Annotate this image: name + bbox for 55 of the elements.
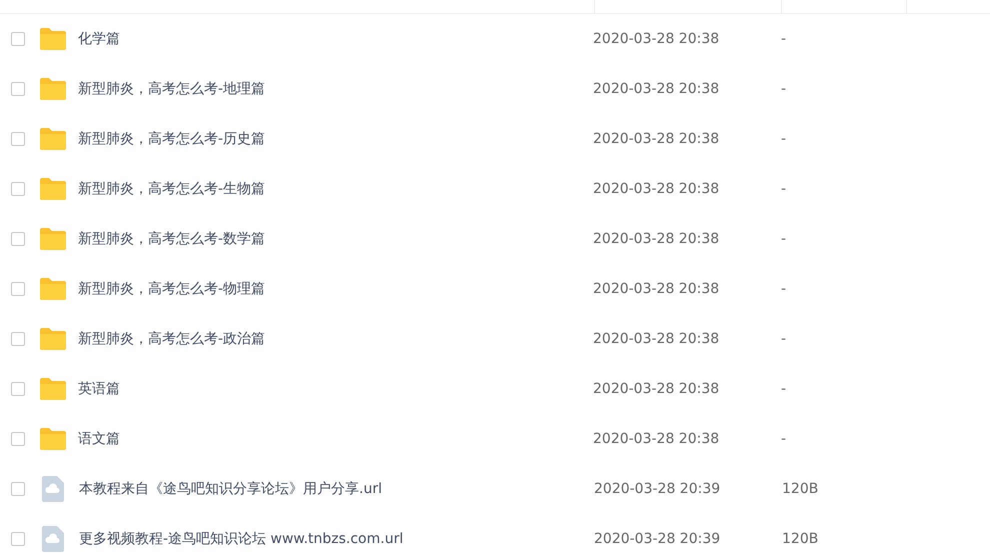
checkbox[interactable] — [11, 32, 25, 46]
file-name[interactable]: 英语篇 — [78, 380, 593, 398]
checkbox[interactable] — [11, 182, 25, 196]
modified-date: 2020-03-28 20:38 — [593, 31, 720, 47]
checkbox[interactable] — [11, 282, 25, 296]
file-size: 120B — [782, 481, 818, 497]
file-name[interactable]: 新型肺炎，高考怎么考-历史篇 — [78, 130, 593, 148]
checkbox[interactable] — [11, 482, 25, 496]
file-name[interactable]: 语文篇 — [78, 430, 593, 448]
file-name[interactable]: 本教程来自《途鸟吧知识分享论坛》用户分享.url — [79, 480, 594, 498]
cloud-file-icon — [42, 476, 64, 502]
checkbox[interactable] — [11, 232, 25, 246]
file-size: - — [781, 281, 786, 297]
folder-icon — [40, 378, 66, 400]
file-name[interactable]: 化学篇 — [78, 30, 593, 48]
modified-date: 2020-03-28 20:38 — [593, 331, 720, 347]
file-name[interactable]: 更多视频教程-途鸟吧知识论坛 www.tnbzs.com.url — [79, 530, 594, 548]
file-size: - — [781, 131, 786, 147]
modified-date: 2020-03-28 20:38 — [593, 381, 720, 397]
modified-date: 2020-03-28 20:39 — [594, 481, 722, 497]
modified-date: 2020-03-28 20:38 — [593, 181, 720, 197]
modified-date: 2020-03-28 20:38 — [593, 431, 720, 447]
folder-icon — [40, 28, 66, 50]
file-name[interactable]: 新型肺炎，高考怎么考-数学篇 — [78, 230, 593, 248]
modified-date: 2020-03-28 20:39 — [594, 531, 722, 547]
folder-icon — [40, 328, 66, 350]
folder-icon — [40, 128, 66, 150]
file-size: - — [781, 181, 786, 197]
file-name[interactable]: 新型肺炎，高考怎么考-生物篇 — [78, 180, 593, 198]
modified-date: 2020-03-28 20:38 — [593, 81, 720, 97]
file-name[interactable]: 新型肺炎，高考怎么考-地理篇 — [78, 80, 593, 98]
file-size: - — [781, 31, 786, 47]
folder-icon — [40, 278, 66, 300]
file-size: - — [781, 81, 786, 97]
modified-date: 2020-03-28 20:38 — [593, 231, 720, 247]
checkbox[interactable] — [11, 532, 25, 546]
checkbox[interactable] — [11, 82, 25, 96]
modified-date: 2020-03-28 20:38 — [593, 281, 720, 297]
file-name[interactable]: 新型肺炎，高考怎么考-物理篇 — [78, 280, 593, 298]
modified-date: 2020-03-28 20:38 — [593, 131, 720, 147]
folder-icon — [40, 78, 66, 100]
file-size: - — [781, 231, 786, 247]
file-name[interactable]: 新型肺炎，高考怎么考-政治篇 — [78, 330, 593, 348]
file-size: - — [781, 381, 786, 397]
checkbox[interactable] — [11, 432, 25, 446]
folder-icon — [40, 228, 66, 250]
folder-icon — [40, 178, 66, 200]
folder-icon — [40, 428, 66, 450]
checkbox[interactable] — [11, 332, 25, 346]
cloud-file-icon — [42, 526, 64, 552]
checkbox[interactable] — [11, 382, 25, 396]
file-size: - — [781, 431, 786, 447]
file-size: 120B — [782, 531, 818, 547]
file-size: - — [781, 331, 786, 347]
checkbox[interactable] — [11, 132, 25, 146]
